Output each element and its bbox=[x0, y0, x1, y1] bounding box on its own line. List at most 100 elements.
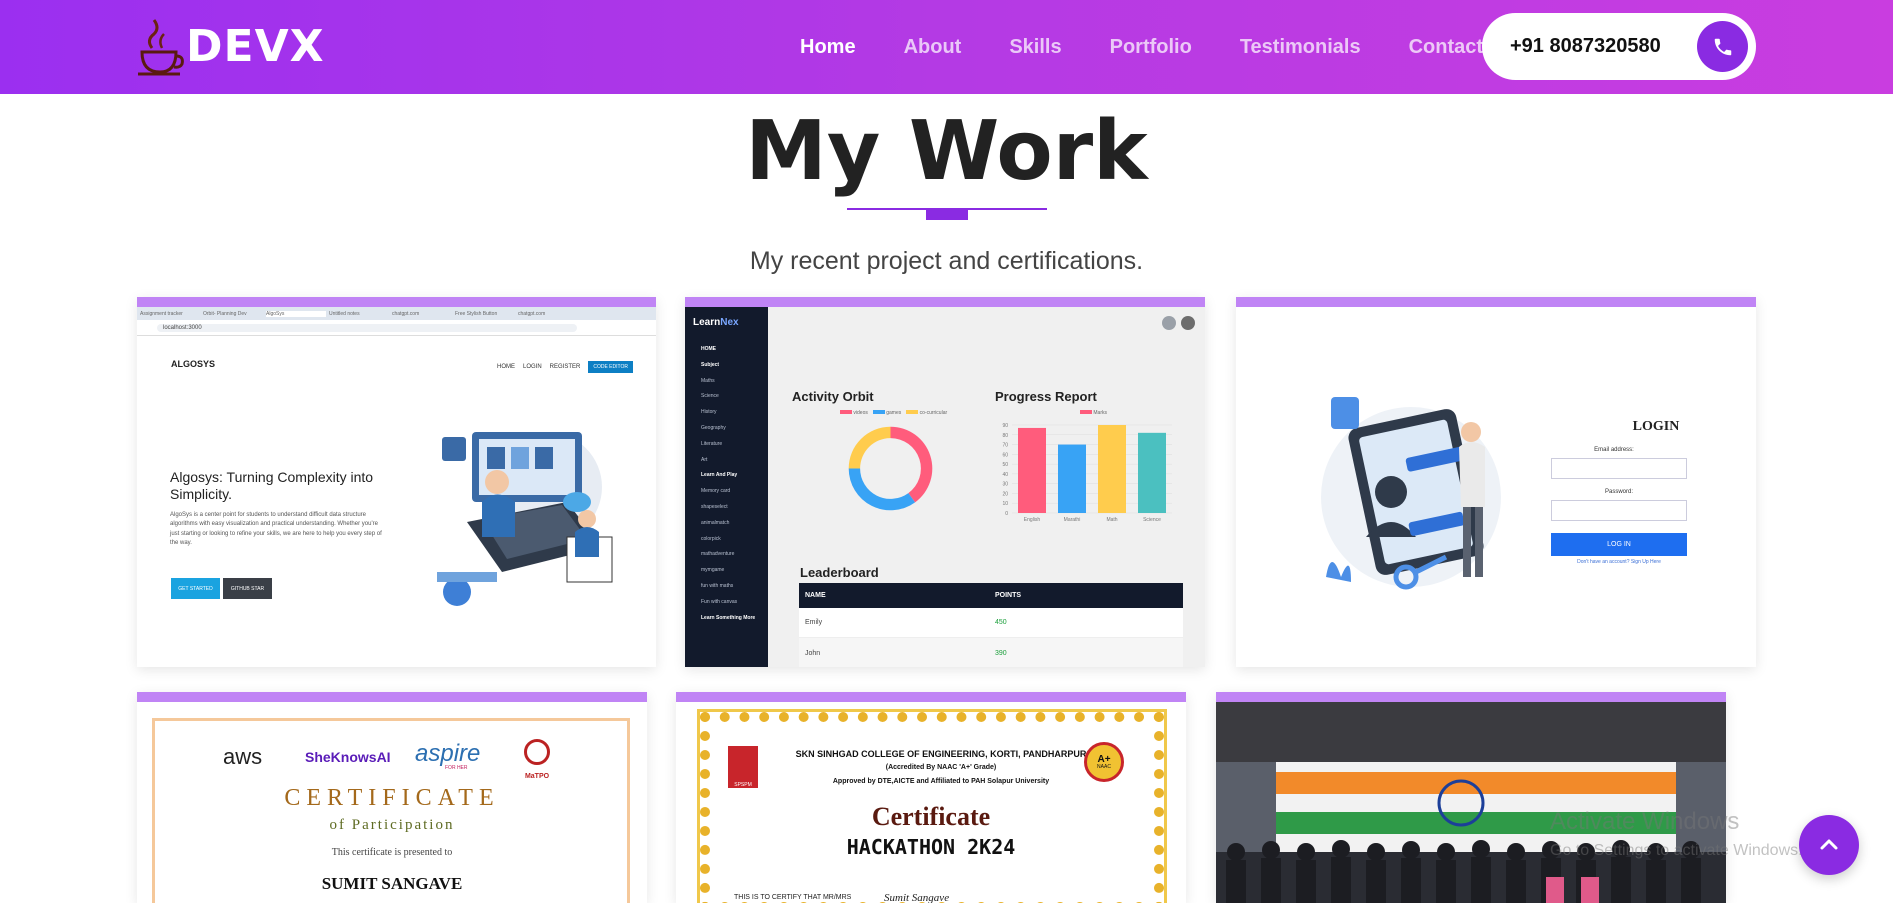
nav-testimonials[interactable]: Testimonials bbox=[1240, 36, 1361, 59]
phone-number: +91 8087320580 bbox=[1510, 35, 1661, 57]
x-tick-label: Marathi bbox=[1064, 517, 1081, 523]
algosys-get-started-button: GET STARTED bbox=[171, 578, 220, 599]
algosys-heading: Algosys: Turning Complexity into Simplic… bbox=[170, 469, 374, 502]
email-label: Email address: bbox=[1594, 447, 1634, 453]
browser-tab-active: AlgoSys bbox=[266, 310, 326, 317]
learnnex-menu-item: colorpick bbox=[701, 535, 721, 542]
learnnex-menu-item: Subject bbox=[701, 361, 720, 368]
logo-text: DEVX bbox=[186, 21, 325, 72]
portfolio-card-certificate-aws[interactable]: aws SheKnowsAI aspire FOR HER MaTPO CERT… bbox=[137, 692, 647, 903]
x-tick-label: Science bbox=[1143, 517, 1161, 523]
bar-english bbox=[1018, 427, 1046, 513]
learnnex-menu-item: Maths bbox=[701, 377, 715, 384]
nav-contact[interactable]: Contact bbox=[1409, 36, 1483, 59]
learnnex-menu-item: Literature bbox=[701, 440, 723, 447]
hackathon-event: HACKATHON 2K24 bbox=[846, 835, 1016, 859]
section-subtitle: My recent project and certifications. bbox=[749, 247, 1144, 275]
learnnex-menu-item: Art bbox=[701, 456, 708, 463]
lb-points: 450 bbox=[995, 619, 1007, 626]
leaderboard-row: Emily 450 bbox=[799, 608, 1183, 638]
portfolio-card-learnnex[interactable]: LearnNex HOME Subject Maths Science History G… bbox=[685, 297, 1205, 667]
nav-skills[interactable]: Skills bbox=[1009, 36, 1061, 59]
college-accreditation: (Accredited By NAAC 'A+' Grade) bbox=[885, 764, 997, 771]
learnnex-menu-item: Science bbox=[701, 393, 719, 400]
bar-marathi bbox=[1058, 444, 1086, 513]
browser-tab: chatgpt.com bbox=[518, 310, 546, 317]
activity-donut-chart bbox=[848, 426, 933, 511]
logo[interactable]: DEVX bbox=[136, 14, 325, 80]
activity-legend: videos games co-curricular bbox=[840, 410, 947, 416]
certificate-subtitle: of Participation bbox=[329, 817, 455, 833]
learnnex-menu-item: animalmatch bbox=[701, 519, 730, 526]
y-tick-label: 0 bbox=[1005, 511, 1008, 517]
college-name: SKN SINHGAD COLLEGE OF ENGINEERING, KORT… bbox=[795, 749, 1087, 759]
learnnex-menu-item: Geography bbox=[701, 424, 726, 431]
login-title: LOGIN bbox=[1632, 419, 1680, 434]
donut-slice-games bbox=[848, 468, 916, 511]
learnnex-menu-item: HOME bbox=[701, 346, 716, 352]
aspire-logo: aspire FOR HER bbox=[415, 740, 481, 771]
browser-tab: Orbit- Planning Dev bbox=[203, 310, 247, 317]
password-label: Password: bbox=[1604, 489, 1633, 495]
leaderboard-title: Leaderboard bbox=[800, 565, 879, 580]
main-menu: Home About Skills Portfolio Testimonials… bbox=[800, 0, 1531, 94]
algosys-code-editor-button: CODE EDITOR bbox=[588, 361, 633, 373]
lb-name: Emily bbox=[805, 619, 823, 626]
portfolio-card-certificate-hackathon[interactable]: SPSPM SKN SINHGAD COLLEGE OF ENGINEERING… bbox=[676, 692, 1186, 903]
y-tick-label: 90 bbox=[1002, 423, 1008, 429]
browser-tab: Untitled notes bbox=[329, 310, 360, 317]
y-tick-label: 40 bbox=[1002, 472, 1008, 478]
phone-pill[interactable]: +91 8087320580 bbox=[1482, 13, 1756, 80]
avatar bbox=[1181, 316, 1195, 330]
signup-link: Don't have an account? Sign Up Here bbox=[1577, 559, 1661, 565]
learnnex-brand-b: Nex bbox=[720, 317, 739, 328]
portfolio-card-algosys[interactable]: Assignment tracker Orbit- Planning Dev A… bbox=[137, 297, 656, 667]
lb-header-name: NAME bbox=[805, 592, 826, 599]
bar-science bbox=[1138, 432, 1166, 513]
learnnex-menu-item: Learn And Play bbox=[701, 472, 738, 479]
coffee-cup-icon bbox=[138, 19, 184, 76]
navbar: DEVX Home About Skills Portfolio Testimo… bbox=[0, 0, 1893, 94]
y-tick-label: 30 bbox=[1002, 482, 1008, 488]
login-button: LOG IN bbox=[1551, 533, 1687, 556]
x-tick-label: English bbox=[1024, 517, 1041, 523]
donut-slice-cocurricular bbox=[848, 426, 891, 469]
learnnex-sidebar: LearnNex HOME Subject Maths Science History G… bbox=[685, 307, 768, 667]
lb-points: 390 bbox=[995, 649, 1007, 657]
learnnex-brand-a: Learn bbox=[693, 317, 721, 328]
algosys-nav-home: HOME bbox=[497, 364, 515, 370]
scroll-to-top-button[interactable] bbox=[1799, 815, 1859, 875]
activity-orbit-title: Activity Orbit bbox=[792, 389, 874, 404]
login-illustration bbox=[1321, 397, 1501, 590]
algosys-brand: ALGOSYS bbox=[171, 359, 216, 369]
call-button[interactable] bbox=[1697, 21, 1748, 72]
nav-portfolio[interactable]: Portfolio bbox=[1110, 36, 1192, 59]
learnnex-menu-item: mathadventure bbox=[701, 551, 735, 558]
algosys-github-button: GITHUB STAR bbox=[223, 578, 272, 599]
phone-icon bbox=[1714, 38, 1731, 55]
legend-games: games bbox=[872, 410, 901, 416]
sheknowsai-logo: SheKnowsAI bbox=[305, 749, 391, 765]
aws-logo: aws bbox=[223, 744, 263, 769]
y-tick-label: 80 bbox=[1002, 433, 1008, 439]
lb-header-points: POINTS bbox=[995, 592, 1022, 599]
portfolio-card-event-photo[interactable] bbox=[1216, 692, 1726, 903]
bar-math bbox=[1098, 425, 1126, 513]
learnnex-menu: HOME Subject Maths Science History Geography L… bbox=[693, 342, 760, 626]
donut-slice-videos bbox=[890, 426, 933, 503]
chevron-up-icon bbox=[1820, 839, 1838, 850]
browser-tab: Free Stylish Button bbox=[455, 310, 498, 317]
nav-home[interactable]: Home bbox=[800, 36, 856, 59]
password-field bbox=[1551, 500, 1687, 521]
y-tick-label: 20 bbox=[1002, 491, 1008, 497]
leaderboard-row: John 390 bbox=[799, 638, 1183, 667]
algosys-body: AlgoSys is a center point for students t… bbox=[170, 512, 382, 546]
nav-about[interactable]: About bbox=[904, 36, 962, 59]
email-field bbox=[1551, 458, 1687, 479]
progress-report-title: Progress Report bbox=[995, 389, 1097, 404]
portfolio-card-login[interactable]: LOGIN Email address: Password: LOG IN Do… bbox=[1236, 297, 1756, 667]
progress-legend: Marks bbox=[1080, 410, 1107, 416]
y-tick-label: 60 bbox=[1002, 452, 1008, 458]
legend-videos: videos bbox=[840, 410, 868, 416]
hackathon-certificate-title: Certificate bbox=[871, 802, 991, 831]
